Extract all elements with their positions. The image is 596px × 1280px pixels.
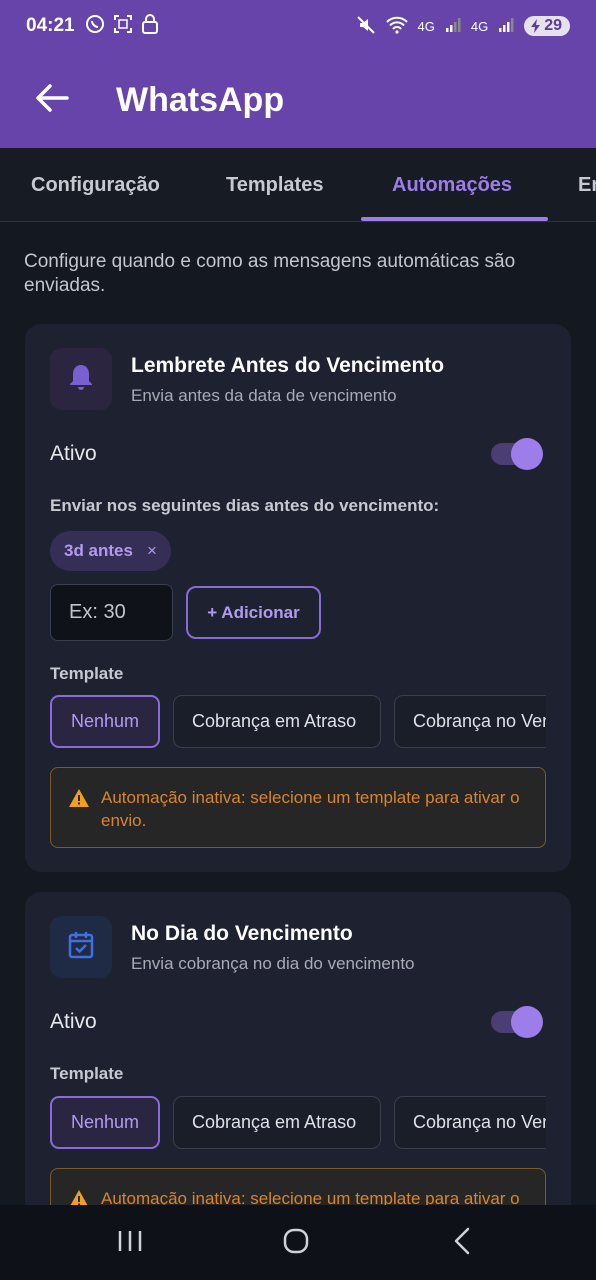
warning-box: Automação inativa: selecione um template… xyxy=(50,767,546,848)
active-label: Ativo xyxy=(50,1010,97,1033)
toggle-knob xyxy=(511,1006,543,1038)
days-label: Enviar nos seguintes dias antes do venci… xyxy=(50,496,440,515)
arrow-left-icon xyxy=(35,83,69,118)
template-options: Nenhum Cobrança em Atraso Cobrança no Ve… xyxy=(50,695,546,748)
whatsapp-icon xyxy=(85,14,105,39)
battery-indicator: 29 xyxy=(524,16,570,36)
template-label: Template xyxy=(50,664,124,683)
automation-card-due-day: No Dia do Vencimento Envia cobrança no d… xyxy=(25,892,571,1252)
template-options: Nenhum Cobrança em Atraso Cobrança no Ve… xyxy=(50,1096,546,1149)
intro-text: Configure quando e como as mensagens aut… xyxy=(24,251,516,296)
app-title: WhatsApp xyxy=(116,80,285,119)
tab-bar: Configuração Templates Automações En xyxy=(0,148,596,222)
card-subtitle: Envia antes da data de vencimento xyxy=(131,386,397,405)
automation-card-before-due: Lembrete Antes do Vencimento Envia antes… xyxy=(25,324,571,872)
warning-icon xyxy=(69,789,89,807)
chip-label: 3d antes xyxy=(64,541,133,560)
title-bar: WhatsApp xyxy=(0,52,596,148)
home-button[interactable] xyxy=(276,1227,316,1259)
network-label-2: 4G xyxy=(470,18,489,34)
tab-envios[interactable]: En xyxy=(578,148,596,221)
recents-button[interactable] xyxy=(110,1227,150,1259)
app-bar: 04:21 4G 4G 29 WhatsApp xyxy=(0,0,596,148)
card-title: Lembrete Antes do Vencimento xyxy=(131,354,445,377)
wifi-icon xyxy=(385,16,408,37)
add-day-button[interactable]: + Adicionar xyxy=(186,586,321,639)
toggle-knob xyxy=(511,438,543,470)
tab-configuracao[interactable]: Configuração xyxy=(31,148,160,221)
back-button[interactable] xyxy=(32,80,72,120)
tab-active-indicator xyxy=(361,217,548,221)
scan-icon xyxy=(113,14,133,39)
nav-back-button[interactable] xyxy=(442,1227,482,1259)
tab-templates[interactable]: Templates xyxy=(226,148,323,221)
lock-icon xyxy=(141,13,159,39)
home-icon xyxy=(282,1227,310,1260)
card-icon-container xyxy=(50,348,112,410)
close-icon[interactable]: × xyxy=(147,541,157,561)
days-input[interactable] xyxy=(50,584,173,641)
back-icon xyxy=(452,1227,472,1260)
active-toggle[interactable] xyxy=(491,1006,543,1038)
template-option-vencimento[interactable]: Cobrança no Vencimento xyxy=(394,1096,546,1149)
warning-text: Automação inativa: selecione um template… xyxy=(101,788,520,830)
battery-level: 29 xyxy=(544,17,562,34)
card-icon-container xyxy=(50,916,112,978)
template-option-atraso[interactable]: Cobrança em Atraso xyxy=(173,695,381,748)
card-title: No Dia do Vencimento xyxy=(131,922,353,945)
template-option-nenhum[interactable]: Nenhum xyxy=(50,695,160,748)
template-option-vencimento[interactable]: Cobrança no Vencimento xyxy=(394,695,546,748)
bell-icon xyxy=(68,363,94,396)
card-subtitle: Envia cobrança no dia do vencimento xyxy=(131,954,415,973)
day-chip: 3d antes × xyxy=(50,531,171,571)
recents-icon xyxy=(117,1229,143,1258)
system-nav-bar xyxy=(0,1205,596,1280)
calendar-check-icon xyxy=(68,931,94,964)
network-label-1: 4G xyxy=(417,18,435,34)
active-toggle[interactable] xyxy=(491,438,543,470)
status-bar: 04:21 4G 4G 29 xyxy=(0,0,596,52)
signal-icon xyxy=(445,17,461,36)
template-label: Template xyxy=(50,1064,124,1083)
template-option-atraso[interactable]: Cobrança em Atraso xyxy=(173,1096,381,1149)
mute-icon xyxy=(356,15,376,38)
signal-icon xyxy=(498,17,514,36)
tab-automacoes[interactable]: Automações xyxy=(392,148,512,221)
status-right: 4G 4G 29 xyxy=(356,15,570,38)
active-label: Ativo xyxy=(50,442,97,465)
template-option-nenhum[interactable]: Nenhum xyxy=(50,1096,160,1149)
status-time: 04:21 xyxy=(26,15,75,36)
